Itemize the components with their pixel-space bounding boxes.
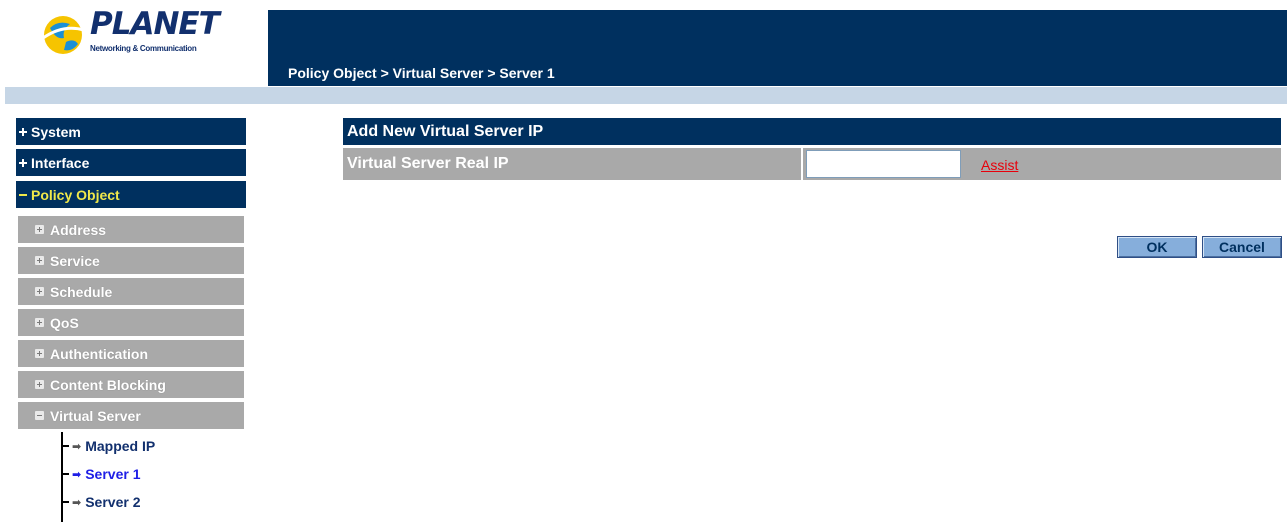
tree-branch-line [61, 501, 69, 503]
sidebar-subitem-service[interactable]: Service [18, 247, 244, 274]
sidebar-item-label: Interface [31, 154, 90, 171]
tree-item-label: Server 2 [85, 494, 141, 510]
sidebar-item-policy-object[interactable]: Policy Object [16, 181, 246, 208]
expand-plus-icon [35, 349, 44, 358]
sidebar-subitem-authentication[interactable]: Authentication [18, 340, 244, 367]
expand-plus-icon [35, 225, 44, 234]
expand-plus-icon [35, 380, 44, 389]
arrow-right-icon: ➡ [72, 496, 82, 509]
logo-subtext: Networking & Communication [90, 44, 197, 53]
expand-plus-icon [19, 158, 27, 167]
real-ip-input[interactable] [806, 150, 961, 178]
logo-area: PLANET Networking & Communication [0, 0, 268, 86]
logo-text: PLANET [90, 6, 220, 42]
expand-plus-icon [19, 127, 27, 136]
expand-plus-icon [35, 318, 44, 327]
sidebar-subitem-label: QoS [50, 314, 79, 331]
planet-globe-icon [42, 16, 85, 54]
sidebar-item-label: System [31, 123, 81, 140]
sidebar-subitem-label: Authentication [50, 345, 148, 362]
tree-item-mapped-ip[interactable]: ➡ Mapped IP [61, 435, 155, 457]
arrow-right-icon: ➡ [72, 468, 82, 481]
sidebar-item-interface[interactable]: Interface [16, 149, 246, 176]
tree-item-label: Server 1 [85, 466, 141, 482]
expand-plus-icon [35, 256, 44, 265]
header-divider [5, 87, 1287, 104]
header-bar: Policy Object > Virtual Server > Server … [268, 10, 1287, 86]
sidebar-subitem-label: Virtual Server [50, 407, 141, 424]
collapse-minus-icon [35, 411, 44, 420]
tree-branch-line [61, 473, 69, 475]
real-ip-label: Virtual Server Real IP [343, 148, 801, 180]
collapse-minus-icon [19, 191, 27, 199]
sidebar-subitem-address[interactable]: Address [18, 216, 244, 243]
sidebar-subitem-virtual-server[interactable]: Virtual Server [18, 402, 244, 429]
tree-item-label: Mapped IP [85, 438, 156, 454]
breadcrumb: Policy Object > Virtual Server > Server … [288, 65, 555, 81]
tree-item-server-1[interactable]: ➡ Server 1 [61, 463, 141, 485]
real-ip-value-cell: Assist [803, 148, 1281, 180]
sidebar-subitem-label: Content Blocking [50, 376, 166, 393]
assist-link[interactable]: Assist [981, 157, 1018, 173]
cancel-button[interactable]: Cancel [1202, 236, 1282, 258]
tree-branch-line [61, 445, 69, 447]
sidebar-subitem-content-blocking[interactable]: Content Blocking [18, 371, 244, 398]
sidebar-item-label: Policy Object [31, 186, 120, 203]
sidebar-subitem-qos[interactable]: QoS [18, 309, 244, 336]
expand-plus-icon [35, 287, 44, 296]
sidebar-subitem-schedule[interactable]: Schedule [18, 278, 244, 305]
sidebar-subitem-label: Service [50, 252, 100, 269]
sidebar-subitem-label: Schedule [50, 283, 113, 300]
sidebar-subitem-label: Address [50, 221, 107, 238]
tree-item-server-2[interactable]: ➡ Server 2 [61, 491, 141, 513]
sidebar-item-system[interactable]: System [16, 118, 246, 145]
ok-button[interactable]: OK [1117, 236, 1197, 258]
arrow-right-icon: ➡ [72, 440, 82, 453]
form-title: Add New Virtual Server IP [343, 118, 1281, 145]
